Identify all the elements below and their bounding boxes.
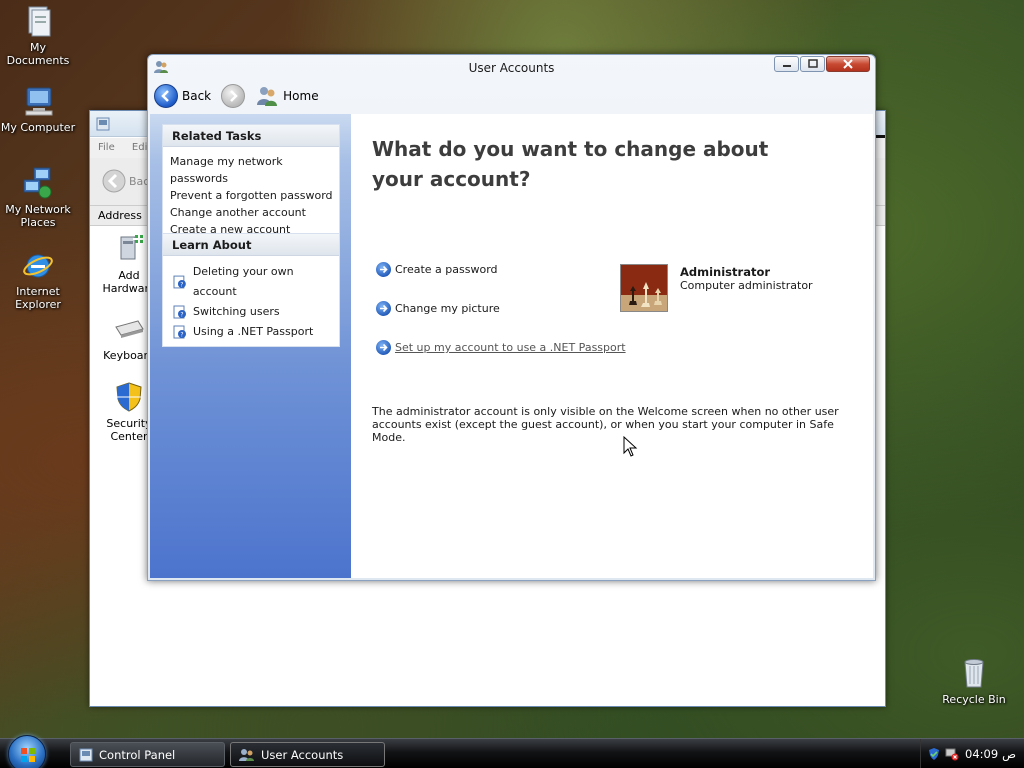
account-role: Computer administrator — [680, 279, 813, 292]
menu-file[interactable]: File — [98, 142, 115, 153]
window-titlebar[interactable]: User Accounts — [148, 55, 875, 79]
learn-about-heading: Learn About — [163, 234, 339, 256]
link-manage-network-passwords[interactable]: Manage my network passwords — [170, 153, 339, 187]
account-card: Administrator Computer administrator — [620, 264, 813, 312]
desktop-icon-label: My Documents — [6, 41, 70, 67]
close-button[interactable] — [826, 56, 870, 72]
system-tray: 04:09 ص — [920, 739, 1024, 768]
forward-arrow-icon — [221, 84, 246, 108]
home-button[interactable]: Home — [255, 85, 319, 107]
minimize-button[interactable] — [774, 56, 799, 72]
desktop-icon-my-network-places[interactable]: My Network Places — [0, 166, 76, 229]
task-sidebar: Related Tasks Manage my network password… — [150, 114, 351, 578]
create-password-action[interactable]: Create a password — [376, 262, 498, 277]
desktop-icon-label: Internet Explorer — [15, 285, 61, 311]
taskbar-button-label: Control Panel — [99, 747, 176, 762]
shield-icon — [113, 381, 145, 413]
window-controls — [774, 56, 870, 72]
maximize-button[interactable] — [800, 56, 825, 72]
control-panel-icon — [96, 117, 110, 131]
taskbar-button-control-panel[interactable]: Control Panel — [70, 742, 225, 767]
related-tasks-heading: Related Tasks — [163, 125, 339, 147]
desktop-icon-recycle-bin[interactable]: Recycle Bin — [936, 656, 1012, 706]
clock-period: ص — [1002, 747, 1017, 761]
link-prevent-forgotten-password[interactable]: Prevent a forgotten password — [170, 187, 339, 204]
forward-button[interactable] — [221, 84, 246, 108]
home-label: Home — [283, 89, 319, 103]
change-picture-action[interactable]: Change my picture — [376, 301, 500, 316]
navigation-toolbar: Back Home — [150, 79, 873, 113]
start-button[interactable] — [8, 735, 46, 768]
taskbar: Control Panel User Accounts 04:09 ص — [0, 735, 1024, 768]
learn-link-label: Switching users — [193, 305, 280, 318]
documents-folder-icon — [21, 4, 55, 38]
arrow-right-icon — [376, 301, 391, 316]
internet-explorer-icon — [21, 248, 55, 282]
maximize-icon — [807, 59, 818, 68]
svg-text:?: ? — [180, 312, 183, 319]
arrow-right-icon — [376, 340, 391, 355]
arrow-right-icon — [376, 262, 391, 277]
clock[interactable]: 04:09 — [965, 747, 998, 761]
taskbar-button-user-accounts[interactable]: User Accounts — [230, 742, 385, 767]
computer-icon — [21, 84, 55, 118]
svg-text:?: ? — [180, 332, 183, 339]
network-error-icon[interactable] — [945, 747, 959, 761]
back-label: Back — [182, 89, 212, 103]
close-icon — [843, 59, 853, 69]
related-tasks-panel: Related Tasks Manage my network password… — [162, 124, 340, 243]
minimize-icon — [782, 65, 791, 67]
recycle-bin-icon — [957, 656, 991, 690]
admin-visibility-note: The administrator account is only visibl… — [372, 405, 839, 444]
help-topic-icon: ? — [173, 325, 186, 339]
learn-about-panel: Learn About ? Deleting your own account … — [162, 233, 340, 347]
action-label: Change my picture — [395, 302, 500, 315]
keyboard-icon — [113, 313, 145, 345]
back-arrow-icon — [102, 169, 126, 193]
desktop-icon-my-documents[interactable]: My Documents — [0, 4, 76, 67]
learn-link-label: Using a .NET Passport — [193, 325, 314, 338]
learn-switching-users[interactable]: ? Switching users — [173, 302, 339, 322]
taskbar-button-label: User Accounts — [261, 747, 344, 762]
chess-pieces-icon — [621, 265, 667, 311]
user-accounts-window[interactable]: User Accounts Back Home Related Tasks Ma… — [147, 54, 876, 581]
learn-link-label: Deleting your own account — [192, 265, 294, 298]
control-panel-icon — [79, 748, 93, 761]
desktop-icon-internet-explorer[interactable]: Internet Explorer — [0, 248, 76, 311]
account-name: Administrator — [680, 265, 771, 279]
back-button[interactable]: Back — [154, 84, 211, 108]
back-arrow-icon — [154, 84, 178, 108]
mouse-cursor-icon — [623, 436, 638, 457]
hardware-icon — [113, 233, 145, 265]
address-label: Address — [98, 209, 142, 222]
desktop-icon-my-computer[interactable]: My Computer — [0, 84, 76, 134]
account-picture[interactable] — [620, 264, 668, 312]
help-topic-icon: ? — [173, 275, 186, 288]
desktop-icon-label: Recycle Bin — [942, 693, 1006, 706]
content-area: Related Tasks Manage my network password… — [150, 114, 873, 578]
desktop-icon-label: My Network Places — [5, 203, 71, 229]
desktop-icon-label: My Computer — [0, 121, 76, 134]
net-passport-action[interactable]: Set up my account to use a .NET Passport — [376, 340, 626, 355]
action-label: Set up my account to use a .NET Passport — [395, 341, 626, 354]
learn-net-passport[interactable]: ? Using a .NET Passport — [173, 322, 339, 342]
action-label: Create a password — [395, 263, 498, 276]
help-topic-icon: ? — [173, 305, 186, 319]
windows-logo-icon — [21, 748, 35, 762]
network-icon — [21, 166, 55, 200]
home-users-icon — [257, 87, 278, 106]
svg-text:?: ? — [180, 282, 183, 288]
link-change-another-account[interactable]: Change another account — [170, 204, 339, 221]
main-panel: What do you want to change about your ac… — [372, 134, 857, 194]
page-heading: What do you want to change about your ac… — [372, 137, 769, 191]
window-title: User Accounts — [468, 61, 555, 75]
security-shield-icon[interactable] — [927, 747, 941, 761]
user-accounts-icon — [239, 748, 254, 761]
learn-deleting-account[interactable]: ? Deleting your own account — [173, 262, 339, 302]
